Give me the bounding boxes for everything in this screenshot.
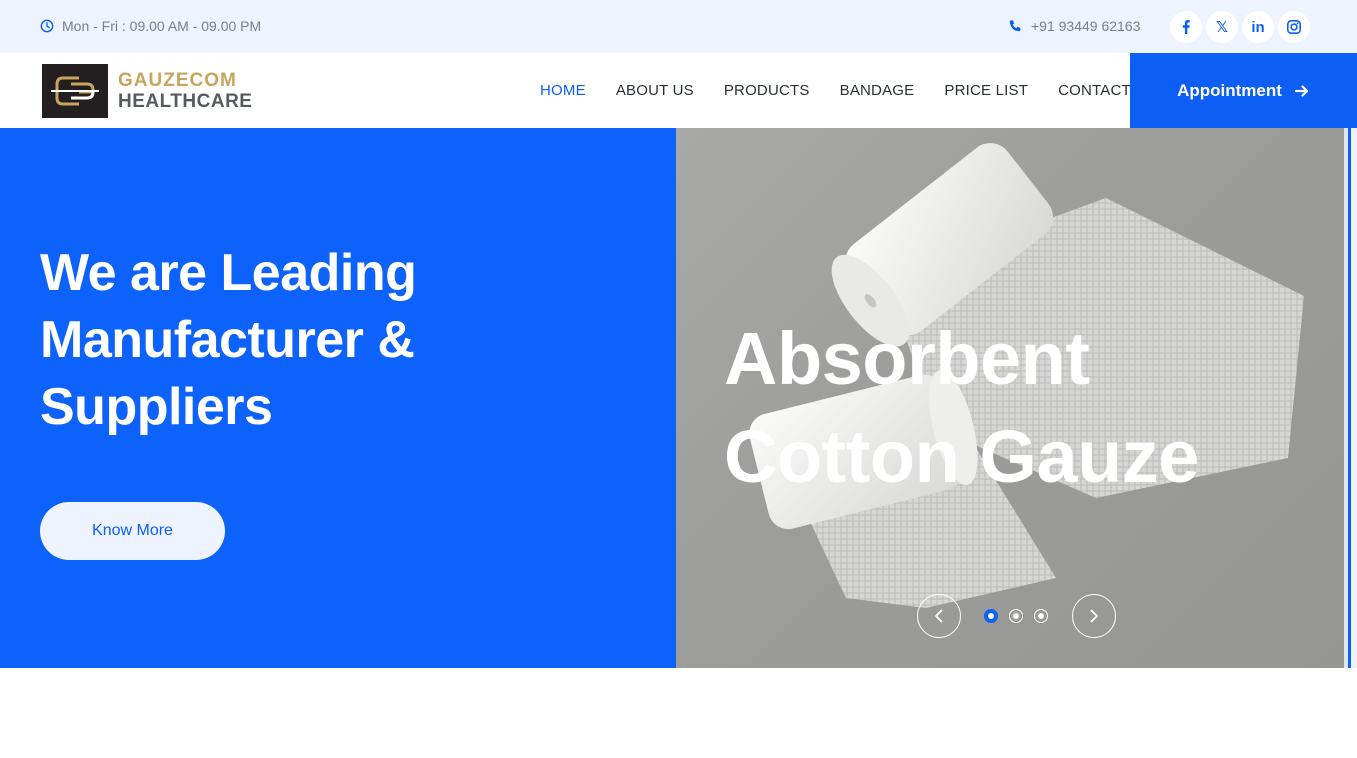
- facebook-icon: [1182, 20, 1190, 34]
- hero-heading-line-3: Suppliers: [40, 378, 273, 436]
- main-nav: HOME ABOUT US PRODUCTS BANDAGE PRICE LIS…: [540, 53, 1131, 128]
- hero-heading-line-1: We are Leading: [40, 244, 417, 302]
- x-twitter-button[interactable]: 𝕏: [1206, 11, 1238, 43]
- hero-heading-line-2: Manufacturer &: [40, 311, 415, 369]
- nav-bandage[interactable]: BANDAGE: [840, 82, 915, 99]
- hero-carousel: Absorbent Cotton Gauze: [676, 128, 1351, 668]
- carousel-indicators: [984, 609, 1048, 623]
- chevron-right-icon: [1090, 609, 1098, 623]
- site-logo[interactable]: GAUZECOM HEALTHCARE: [42, 64, 252, 118]
- logo-line-2: HEALTHCARE: [118, 91, 253, 112]
- carousel-prev-button[interactable]: [917, 594, 961, 638]
- arrow-right-icon: [1294, 84, 1309, 97]
- instagram-icon: [1286, 19, 1301, 34]
- gc-monogram-icon: [51, 76, 99, 106]
- nav-price-list[interactable]: PRICE LIST: [944, 82, 1028, 99]
- clock-icon: [40, 19, 54, 33]
- main-header: GAUZECOM HEALTHCARE HOME ABOUT US PRODUC…: [0, 53, 1357, 128]
- carousel-dot-2[interactable]: [1009, 609, 1023, 623]
- nav-about-us[interactable]: ABOUT US: [616, 82, 694, 99]
- instagram-button[interactable]: [1278, 11, 1310, 43]
- carousel-next-button[interactable]: [1072, 594, 1116, 638]
- next-slide-peek: [1351, 128, 1357, 668]
- slide-title-line-1: Absorbent: [724, 317, 1090, 400]
- facebook-button[interactable]: [1170, 11, 1202, 43]
- business-hours: Mon - Fri : 09.00 AM - 09.00 PM: [40, 18, 261, 34]
- social-links: 𝕏 in: [1170, 11, 1310, 43]
- logo-text: GAUZECOM HEALTHCARE: [118, 71, 252, 111]
- nav-contact[interactable]: CONTACT: [1058, 82, 1131, 99]
- carousel-dot-1[interactable]: [984, 609, 998, 623]
- linkedin-icon: in: [1251, 18, 1265, 36]
- carousel-dot-3[interactable]: [1034, 609, 1048, 623]
- hero-intro-panel: We are Leading Manufacturer & Suppliers …: [0, 128, 676, 668]
- phone-contact[interactable]: +91 93449 62163: [1008, 18, 1140, 34]
- linkedin-button[interactable]: in: [1242, 11, 1274, 43]
- logo-line-1: GAUZECOM: [118, 70, 237, 91]
- top-info-bar: Mon - Fri : 09.00 AM - 09.00 PM +91 9344…: [0, 0, 1357, 53]
- slide-title-line-2: Cotton Gauze: [724, 415, 1199, 498]
- x-twitter-icon: 𝕏: [1215, 18, 1229, 36]
- nav-home[interactable]: HOME: [540, 82, 586, 99]
- logo-mark: [42, 64, 108, 118]
- phone-icon: [1009, 19, 1021, 31]
- hero-heading: We are Leading Manufacturer & Suppliers: [40, 240, 640, 441]
- business-hours-text: Mon - Fri : 09.00 AM - 09.00 PM: [62, 18, 262, 34]
- nav-products[interactable]: PRODUCTS: [724, 82, 810, 99]
- know-more-button[interactable]: Know More: [40, 502, 225, 560]
- appointment-button[interactable]: Appointment: [1130, 53, 1357, 128]
- slide-title: Absorbent Cotton Gauze: [724, 310, 1199, 506]
- appointment-label: Appointment: [1177, 80, 1282, 100]
- phone-number: +91 93449 62163: [1031, 18, 1141, 34]
- chevron-left-icon: [935, 609, 943, 623]
